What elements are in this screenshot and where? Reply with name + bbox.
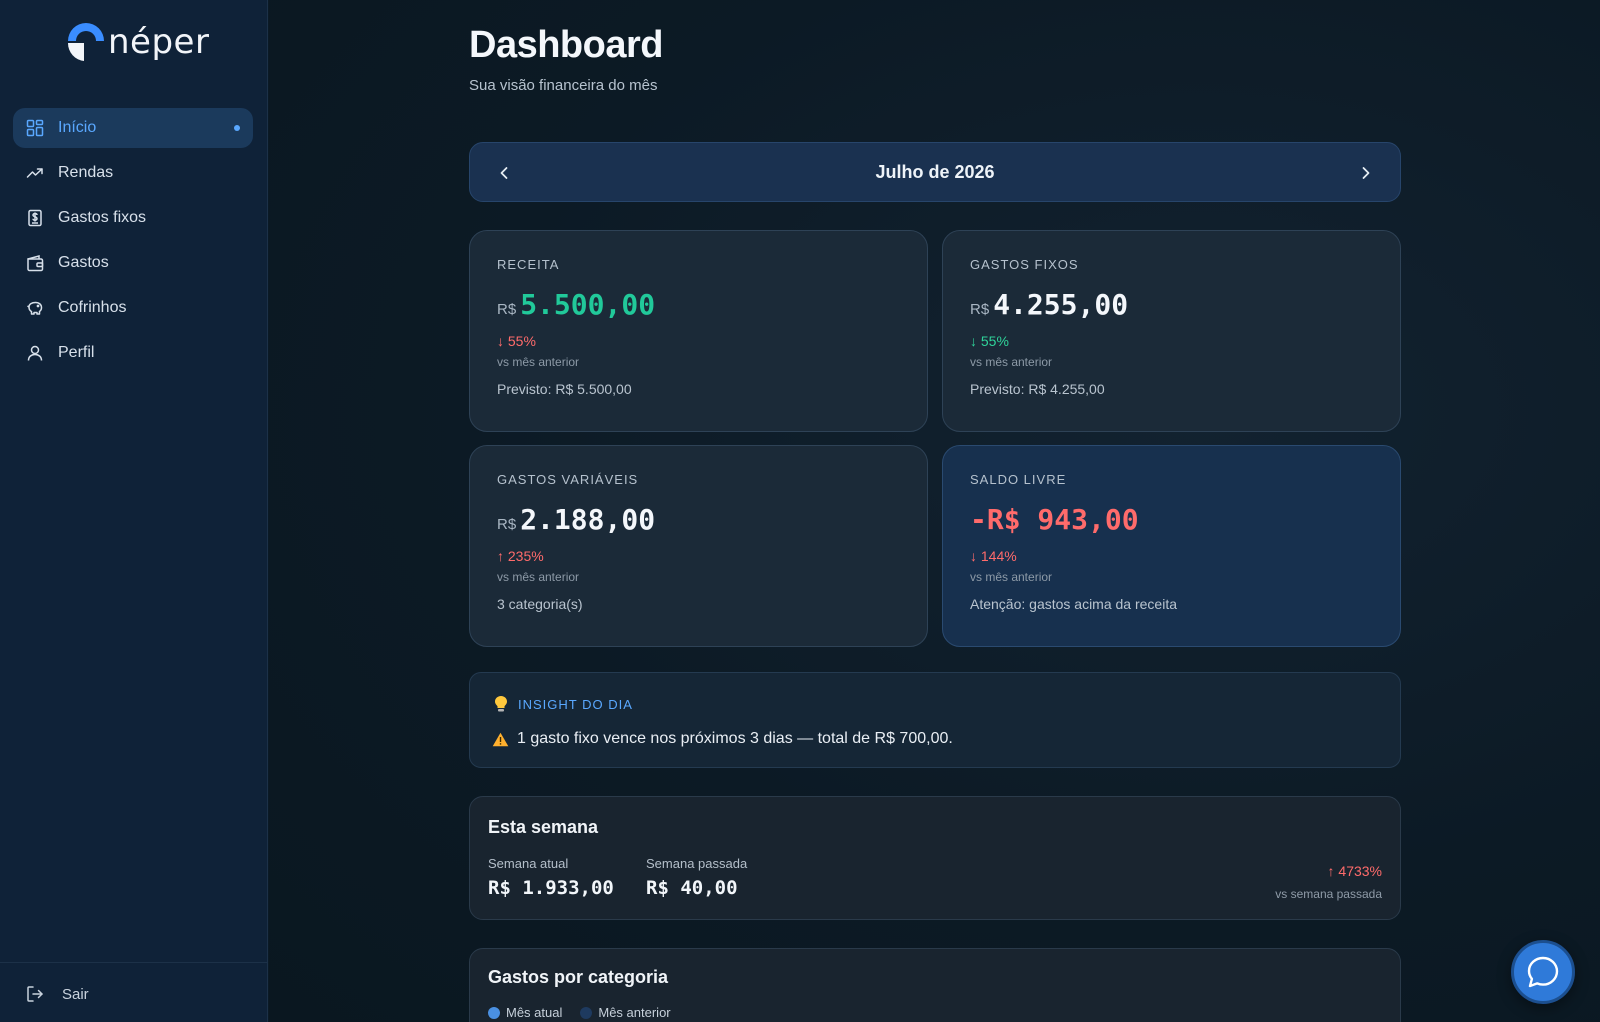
amount-value: 2.188,00 bbox=[520, 503, 656, 536]
sidebar-item-gastos[interactable]: Gastos bbox=[13, 243, 253, 283]
card-footnote: Atenção: gastos acima da receita bbox=[970, 596, 1178, 612]
category-title: Gastos por categoria bbox=[488, 967, 669, 987]
logout-icon bbox=[27, 986, 43, 1002]
amount-value: 5.500,00 bbox=[520, 288, 656, 321]
week-summary-panel: Esta semana Semana atual R$ 1.933,00 Sem… bbox=[469, 796, 1401, 920]
current-week-label: Semana atual bbox=[488, 856, 569, 871]
currency-symbol: R$ bbox=[497, 301, 517, 318]
sidebar-nav: Início Rendas Gastos fixos Gastos Cofrin… bbox=[13, 108, 253, 378]
sidebar-item-label: Cofrinhos bbox=[58, 299, 127, 316]
delta-badge: ↓ 144% bbox=[970, 548, 1017, 564]
dashboard-icon bbox=[26, 119, 44, 137]
amount-value: 4.255,00 bbox=[993, 288, 1129, 321]
month-navigator: Julho de 2026 bbox=[469, 142, 1401, 202]
sidebar-item-perfil[interactable]: Perfil bbox=[13, 333, 253, 373]
currency-symbol: R$ bbox=[497, 516, 517, 533]
delta-badge: ↓ 55% bbox=[970, 333, 1009, 349]
category-spending-panel: Gastos por categoria Mês atual Mês anter… bbox=[469, 948, 1401, 1022]
main-content: Dashboard Sua visão financeira do mês Ju… bbox=[269, 0, 1600, 1022]
app-root: néper Início Rendas Gastos fixos Gastos … bbox=[0, 0, 1600, 1022]
sidebar-item-rendas[interactable]: Rendas bbox=[13, 153, 253, 193]
legend-swatch bbox=[488, 1006, 500, 1019]
active-indicator-dot bbox=[234, 125, 240, 131]
current-month-label: Julho de 2026 bbox=[875, 162, 995, 182]
card-footnote: Previsto: R$ 4.255,00 bbox=[970, 381, 1105, 397]
wallet-icon bbox=[26, 254, 44, 272]
sidebar: néper Início Rendas Gastos fixos Gastos … bbox=[0, 0, 268, 1022]
card-value: R$ 4.255,00 bbox=[970, 288, 1373, 321]
receipt-icon bbox=[26, 209, 44, 227]
card-receita: RECEITA R$ 5.500,00 ↓ 55% vs mês anterio… bbox=[469, 230, 928, 432]
week-delta: ↑ 4733% vs semana passada bbox=[1275, 863, 1382, 901]
logo-mark-icon bbox=[66, 21, 106, 63]
insight-title: INSIGHT DO DIA bbox=[518, 696, 633, 712]
card-gastos-fixos: GASTOS FIXOS R$ 4.255,00 ↓ 55% vs mês an… bbox=[942, 230, 1401, 432]
piggy-bank-icon bbox=[26, 299, 44, 317]
logo[interactable]: néper bbox=[66, 20, 209, 64]
card-value: R$ 2.188,00 bbox=[497, 503, 900, 536]
chat-bubble-icon bbox=[1527, 956, 1559, 988]
card-label: SALDO LIVRE bbox=[970, 472, 1067, 487]
current-week-column: Semana atual R$ 1.933,00 bbox=[488, 856, 614, 899]
legend-swatch bbox=[580, 1006, 593, 1019]
currency-symbol: R$ bbox=[970, 301, 990, 318]
sidebar-item-label: Gastos bbox=[58, 254, 109, 271]
card-footnote: 3 categoria(s) bbox=[497, 596, 583, 612]
insight-panel: INSIGHT DO DIA 1 gasto fixo vence nos pr… bbox=[469, 672, 1401, 768]
legend-label: Mês anterior bbox=[598, 1005, 671, 1020]
card-label: GASTOS VARIÁVEIS bbox=[497, 472, 639, 487]
sidebar-item-label: Perfil bbox=[58, 344, 95, 361]
insight-header: INSIGHT DO DIA bbox=[494, 695, 633, 713]
card-value: -R$ 943,00 bbox=[970, 503, 1373, 536]
week-delta-percent: ↑ 4733% bbox=[1327, 863, 1382, 879]
legend-item-previous-month: Mês anterior bbox=[580, 1005, 671, 1020]
previous-week-column: Semana passada R$ 40,00 bbox=[646, 856, 747, 899]
insight-text: 1 gasto fixo vence nos próximos 3 dias —… bbox=[517, 730, 953, 747]
delta-caption: vs mês anterior bbox=[497, 355, 580, 369]
page-subtitle: Sua visão financeira do mês bbox=[469, 77, 658, 94]
chevron-right-icon bbox=[1362, 167, 1370, 179]
card-saldo-livre: SALDO LIVRE -R$ 943,00 ↓ 144% vs mês ant… bbox=[942, 445, 1401, 647]
card-footnote: Previsto: R$ 5.500,00 bbox=[497, 381, 632, 397]
previous-week-label: Semana passada bbox=[646, 856, 748, 871]
sidebar-item-gastos-fixos[interactable]: Gastos fixos bbox=[13, 198, 253, 238]
previous-week-value: R$ 40,00 bbox=[646, 877, 738, 899]
week-title: Esta semana bbox=[488, 817, 599, 837]
legend-label: Mês atual bbox=[506, 1005, 563, 1020]
sidebar-item-inicio[interactable]: Início bbox=[13, 108, 253, 148]
delta-badge: ↑ 235% bbox=[497, 548, 544, 564]
logout-label: Sair bbox=[62, 985, 89, 1003]
sidebar-item-label: Rendas bbox=[58, 164, 114, 181]
trending-up-icon bbox=[26, 164, 44, 182]
card-label: GASTOS FIXOS bbox=[970, 257, 1079, 272]
sidebar-item-cofrinhos[interactable]: Cofrinhos bbox=[13, 288, 253, 328]
week-delta-caption: vs semana passada bbox=[1275, 887, 1382, 901]
current-week-value: R$ 1.933,00 bbox=[488, 877, 614, 899]
card-label: RECEITA bbox=[497, 257, 560, 272]
card-value: R$ 5.500,00 bbox=[497, 288, 900, 321]
logo-text: néper bbox=[108, 22, 210, 62]
lightbulb-icon bbox=[495, 696, 507, 712]
chat-button[interactable] bbox=[1511, 940, 1575, 1004]
delta-caption: vs mês anterior bbox=[970, 355, 1053, 369]
next-month-button[interactable] bbox=[1356, 163, 1376, 183]
insight-message: 1 gasto fixo vence nos próximos 3 dias —… bbox=[492, 730, 953, 748]
sidebar-item-label: Gastos fixos bbox=[58, 209, 147, 226]
sidebar-footer: Sair bbox=[0, 962, 268, 1022]
delta-caption: vs mês anterior bbox=[970, 570, 1053, 584]
card-gastos-variaveis: GASTOS VARIÁVEIS R$ 2.188,00 ↑ 235% vs m… bbox=[469, 445, 928, 647]
logout-button[interactable]: Sair bbox=[26, 985, 89, 1003]
amount-value: -R$ 943,00 bbox=[970, 503, 1139, 536]
user-icon bbox=[26, 344, 44, 362]
chart-legend: Mês atual Mês anterior bbox=[488, 1005, 689, 1020]
delta-caption: vs mês anterior bbox=[497, 570, 580, 584]
warning-icon bbox=[492, 732, 509, 746]
sidebar-item-label: Início bbox=[58, 119, 97, 136]
page-title: Dashboard bbox=[469, 24, 663, 66]
legend-item-current-month: Mês atual bbox=[488, 1005, 562, 1020]
delta-badge: ↓ 55% bbox=[497, 333, 536, 349]
